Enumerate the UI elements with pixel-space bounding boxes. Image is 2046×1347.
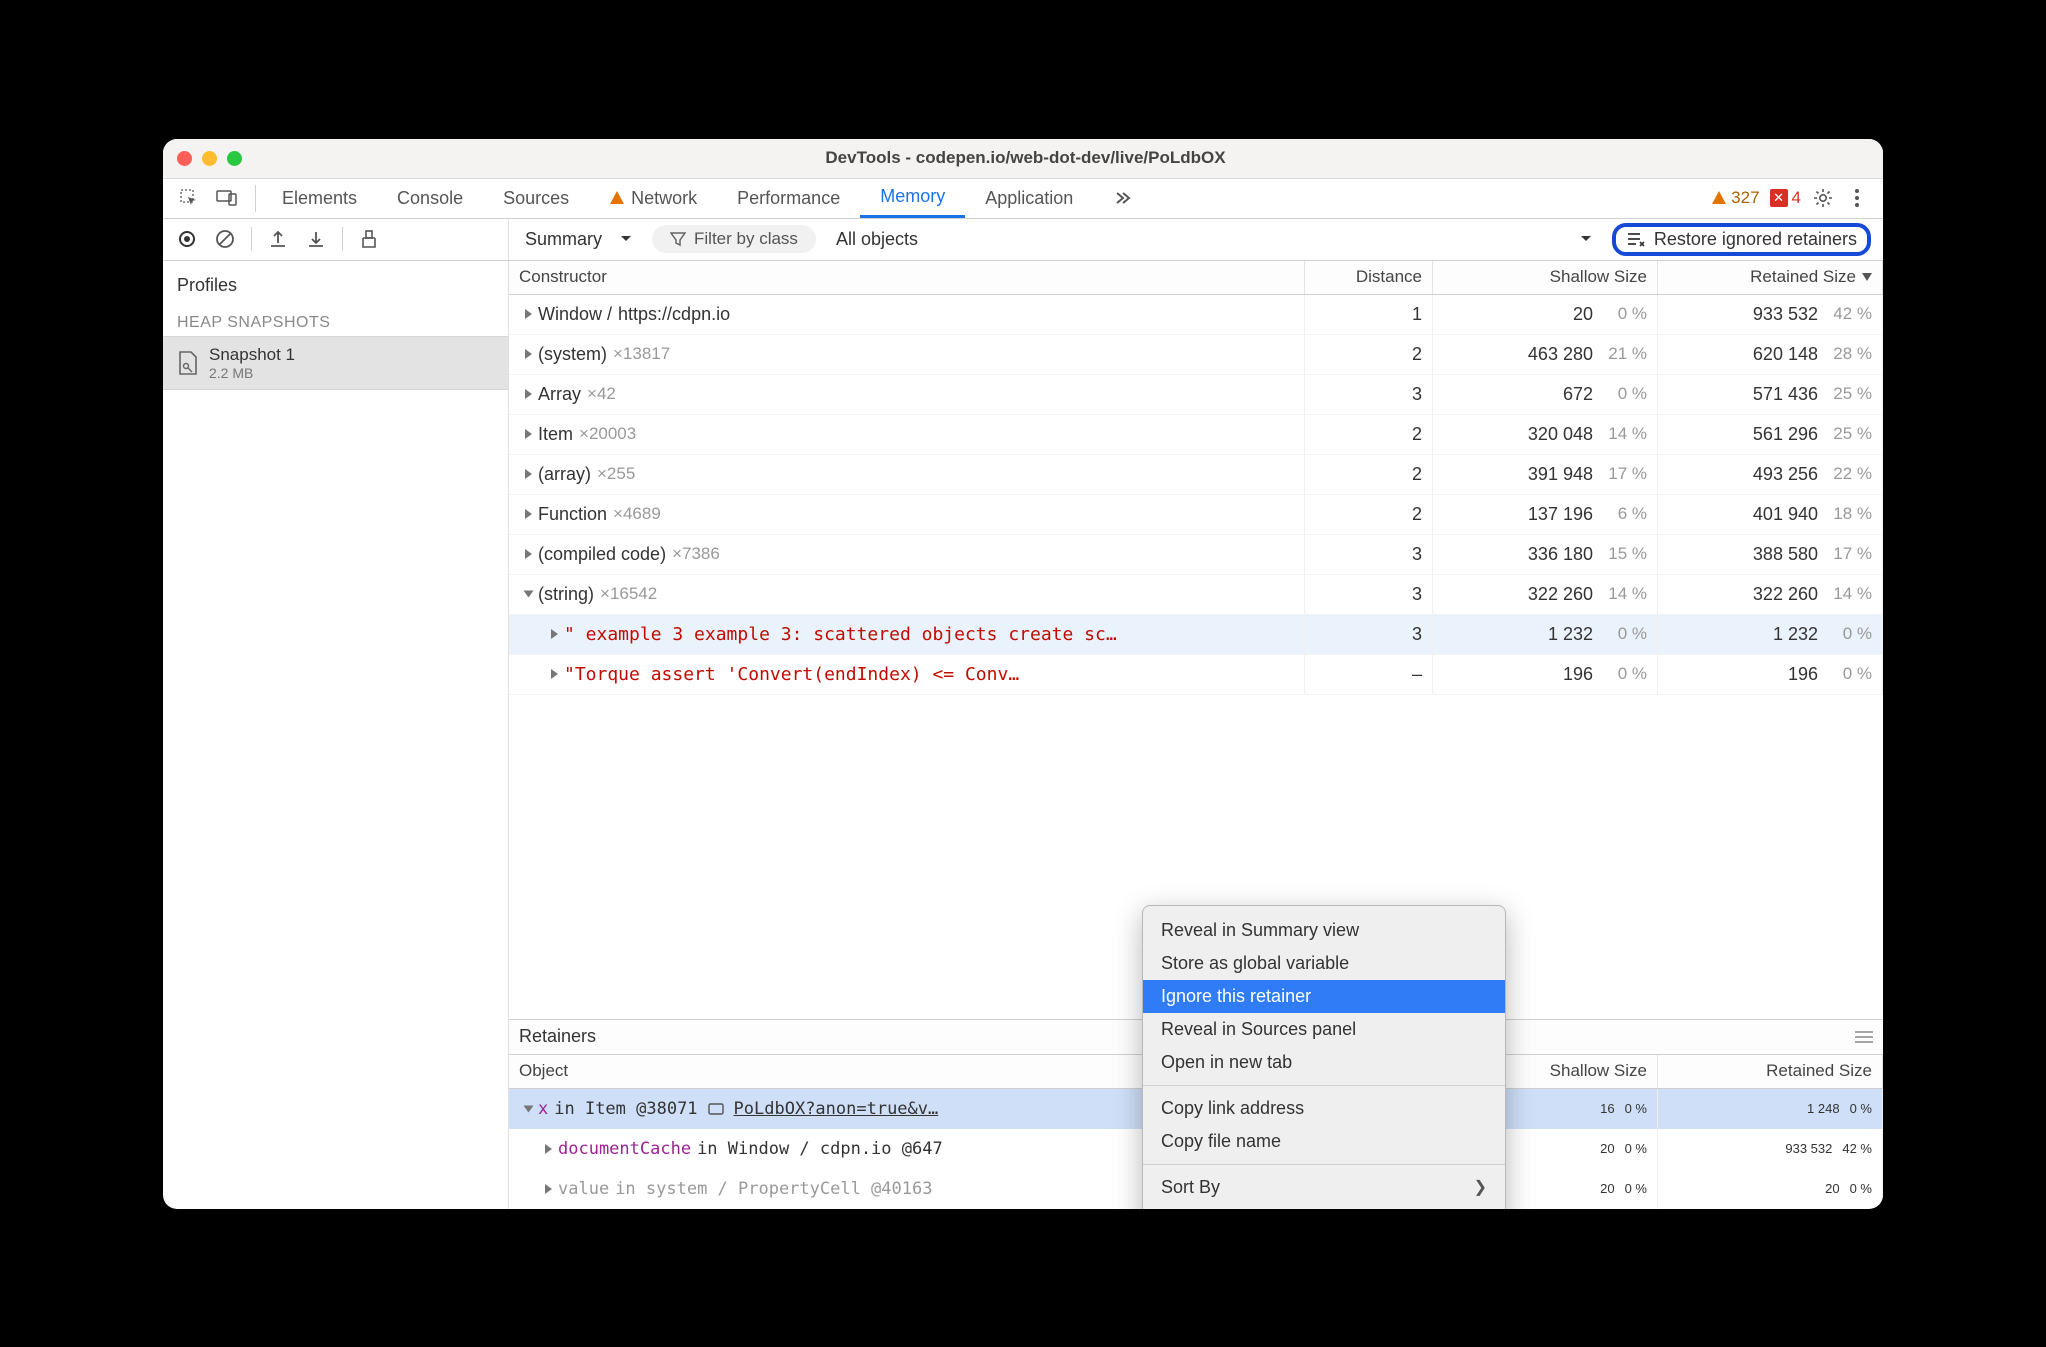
filter-icon	[670, 231, 686, 247]
warning-icon	[609, 190, 625, 206]
errors-count[interactable]: ✕ 4	[1770, 188, 1801, 208]
tab-console[interactable]: Console	[377, 179, 483, 218]
clear-icon[interactable]	[213, 227, 237, 251]
context-menu-item[interactable]: Ignore this retainer	[1143, 980, 1505, 1013]
kebab-icon[interactable]	[1845, 186, 1869, 210]
context-menu-item[interactable]: Reveal in Summary view	[1143, 914, 1505, 947]
table-row[interactable]: Item ×20003 2 320 04814 % 561 29625 %	[509, 415, 1883, 455]
restore-ignored-retainers-button[interactable]: Restore ignored retainers	[1612, 223, 1871, 256]
window: DevTools - codepen.io/web-dot-dev/live/P…	[163, 139, 1883, 1209]
context-menu-separator	[1143, 1085, 1505, 1086]
chevron-down-icon	[1580, 235, 1592, 243]
tab-application[interactable]: Application	[965, 179, 1093, 218]
errors-count-value: 4	[1792, 188, 1801, 208]
col-retained-2[interactable]: Retained Size	[1658, 1055, 1883, 1088]
traffic-lights	[177, 151, 242, 166]
hamburger-icon[interactable]	[1855, 1031, 1873, 1043]
filter-input[interactable]: Filter by class	[652, 225, 816, 253]
tabbar: Elements Console Sources Network Perform…	[163, 179, 1883, 219]
warnings-count[interactable]: 327	[1711, 188, 1759, 208]
summary-select[interactable]: Summary	[517, 229, 640, 250]
col-distance[interactable]: Distance	[1305, 261, 1433, 294]
window-title: DevTools - codepen.io/web-dot-dev/live/P…	[242, 148, 1809, 168]
context-menu-separator	[1143, 1164, 1505, 1165]
error-icon: ✕	[1770, 189, 1788, 207]
download-icon[interactable]	[304, 227, 328, 251]
context-menu-item[interactable]: Store as global variable	[1143, 947, 1505, 980]
col-retained-size[interactable]: Retained Size	[1658, 261, 1883, 294]
snapshot-size: 2.2 MB	[209, 365, 295, 381]
restore-icon	[1626, 231, 1646, 247]
inspect-icon[interactable]	[177, 186, 201, 210]
upload-icon[interactable]	[266, 227, 290, 251]
table-row[interactable]: "Torque assert 'Convert(endIndex) <= Con…	[509, 655, 1883, 695]
gc-icon[interactable]	[357, 227, 381, 251]
maximize-window-button[interactable]	[227, 151, 242, 166]
sidebar: Profiles HEAP SNAPSHOTS Snapshot 1 2.2 M…	[163, 261, 509, 1209]
profiles-label: Profiles	[163, 269, 508, 302]
tab-network-label: Network	[631, 188, 697, 209]
table-row[interactable]: (string) ×16542 3 322 26014 % 322 26014 …	[509, 575, 1883, 615]
tabs: Elements Console Sources Network Perform…	[262, 179, 1153, 218]
table-row[interactable]: Window / https://cdpn.io 1 200 % 933 532…	[509, 295, 1883, 335]
device-icon[interactable]	[215, 186, 239, 210]
col-retained-label: Retained Size	[1750, 267, 1856, 287]
tab-sources[interactable]: Sources	[483, 179, 589, 218]
heap-snapshots-label: HEAP SNAPSHOTS	[163, 302, 508, 336]
col-shallow-size[interactable]: Shallow Size	[1433, 261, 1658, 294]
sort-desc-icon	[1862, 273, 1872, 281]
snapshot-item[interactable]: Snapshot 1 2.2 MB	[163, 336, 508, 390]
toolbar: Summary Filter by class All objects Rest…	[163, 219, 1883, 261]
snapshot-icon	[177, 350, 199, 376]
table-row[interactable]: (compiled code) ×7386 3 336 18015 % 388 …	[509, 535, 1883, 575]
tabbar-left-icons	[167, 179, 249, 218]
table-row[interactable]: Array ×42 3 6720 % 571 43625 %	[509, 375, 1883, 415]
snapshot-name: Snapshot 1	[209, 345, 295, 365]
context-menu-item[interactable]: Reveal in Sources panel	[1143, 1013, 1505, 1046]
summary-label: Summary	[525, 229, 602, 250]
table-header: Constructor Distance Shallow Size Retain…	[509, 261, 1883, 295]
chevron-down-icon	[620, 235, 632, 243]
record-icon[interactable]	[175, 227, 199, 251]
context-menu-item[interactable]: Copy file name	[1143, 1125, 1505, 1158]
tab-memory[interactable]: Memory	[860, 179, 965, 218]
col-constructor[interactable]: Constructor	[509, 261, 1305, 294]
tab-elements[interactable]: Elements	[262, 179, 377, 218]
context-menu-item[interactable]: Open in new tab	[1143, 1046, 1505, 1079]
allobjects-label: All objects	[836, 229, 918, 250]
table-row[interactable]: (system) ×13817 2 463 28021 % 620 14828 …	[509, 335, 1883, 375]
context-menu-item[interactable]: Header Options❯	[1143, 1204, 1505, 1209]
minimize-window-button[interactable]	[202, 151, 217, 166]
tab-more[interactable]	[1093, 179, 1153, 218]
tab-network[interactable]: Network	[589, 179, 717, 218]
toolbar-main: Summary Filter by class All objects Rest…	[509, 219, 1883, 260]
tabbar-separator	[255, 185, 256, 212]
toolbar-left	[163, 219, 509, 260]
table-row[interactable]: Function ×4689 2 137 1966 % 401 94018 %	[509, 495, 1883, 535]
titlebar: DevTools - codepen.io/web-dot-dev/live/P…	[163, 139, 1883, 179]
tabbar-right: 327 ✕ 4	[1701, 179, 1879, 218]
table-row[interactable]: " example 3 example 3: scattered objects…	[509, 615, 1883, 655]
allobjects-select[interactable]: All objects	[828, 229, 1600, 250]
tab-performance[interactable]: Performance	[717, 179, 860, 218]
context-menu-item[interactable]: Sort By❯	[1143, 1171, 1505, 1204]
settings-icon[interactable]	[1811, 186, 1835, 210]
table-row[interactable]: (array) ×255 2 391 94817 % 493 25622 %	[509, 455, 1883, 495]
close-window-button[interactable]	[177, 151, 192, 166]
warnings-count-value: 327	[1731, 188, 1759, 208]
restore-label: Restore ignored retainers	[1654, 229, 1857, 250]
context-menu: Reveal in Summary viewStore as global va…	[1142, 905, 1506, 1209]
context-menu-item[interactable]: Copy link address	[1143, 1092, 1505, 1125]
body: Profiles HEAP SNAPSHOTS Snapshot 1 2.2 M…	[163, 261, 1883, 1209]
retainers-label: Retainers	[519, 1026, 596, 1047]
filter-placeholder: Filter by class	[694, 229, 798, 249]
